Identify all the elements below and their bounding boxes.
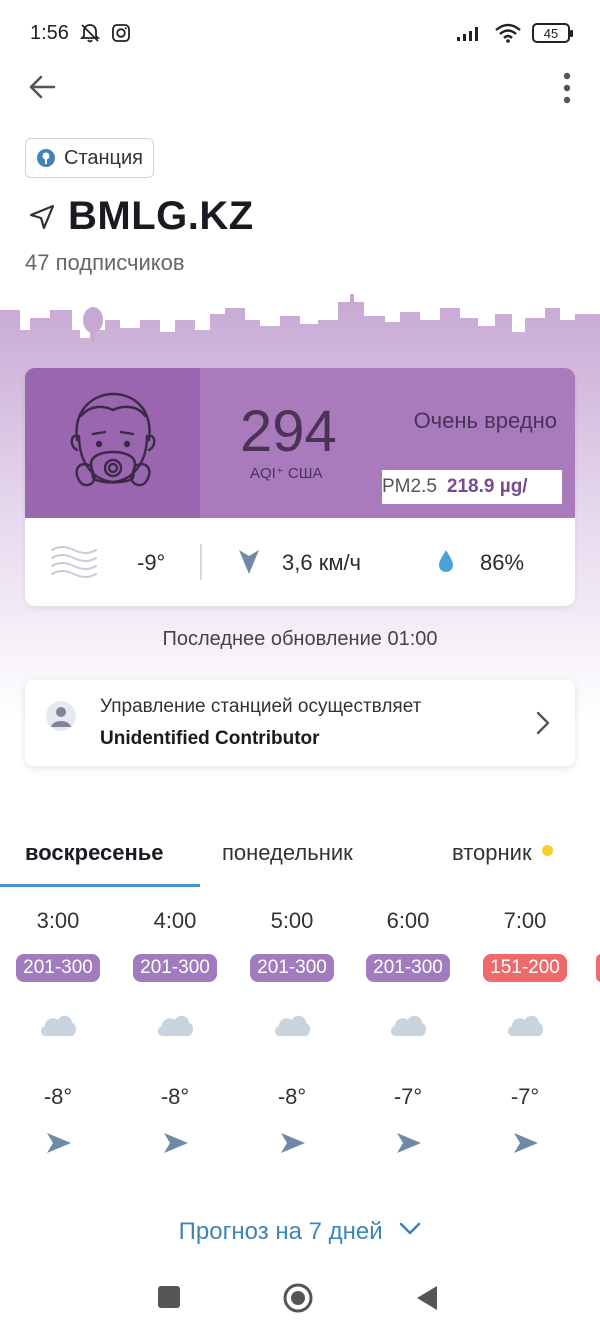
aqi-face-panel xyxy=(25,368,200,518)
chevron-down-icon xyxy=(400,1222,421,1235)
wind-arrow-icon xyxy=(47,1133,71,1153)
hourly-forecast[interactable]: 3:00 201-300 -8° 4:00 201-300 -8° 5:00 2… xyxy=(0,900,600,1170)
hour-time: 7:00 xyxy=(503,908,547,933)
user-avatar-icon xyxy=(46,701,76,731)
aqi-range-badge: 201-300 xyxy=(366,954,450,982)
fog-icon xyxy=(51,546,97,578)
day-tabs: воскресенье понедельник вторник xyxy=(0,826,600,888)
hour-column: 5:00 201-300 -8° xyxy=(242,900,342,1170)
station-title: BMLG.KZ xyxy=(68,194,254,238)
status-bar: 1:56 45 xyxy=(0,0,600,66)
pm25-value: 218.9 µg/ xyxy=(446,476,528,497)
tab-tuesday-label: вторник xyxy=(452,840,532,865)
aqi-value: 294 xyxy=(240,399,337,464)
weather-divider xyxy=(200,544,202,580)
station-chip-label: Станция xyxy=(64,146,144,169)
back-nav-icon[interactable] xyxy=(415,1284,439,1312)
humidity-value: 86% xyxy=(480,550,525,575)
aqi-level-label: Очень вредно xyxy=(413,408,557,433)
cloud-icon xyxy=(157,1015,194,1036)
last-update-text: Последнее обновление 01:00 xyxy=(162,628,438,650)
forecast-7-days-button[interactable]: Прогноз на 7 дней xyxy=(0,1218,600,1246)
hour-temperature: -8° xyxy=(43,1084,73,1109)
wind-speed-value: 3,6 км/ч xyxy=(282,550,362,575)
wind-arrow-icon xyxy=(164,1133,188,1153)
aqi-range-badge: 201-300 xyxy=(250,954,334,982)
signal-icon xyxy=(457,27,478,41)
wifi-icon xyxy=(495,23,521,43)
station-type-chip: Станция xyxy=(25,138,155,178)
contributor-name: Unidentified Contributor xyxy=(100,728,320,749)
weather-row: -9° 3,6 км/ч 86% xyxy=(25,518,575,606)
hour-time: 4:00 xyxy=(153,908,197,933)
next-hour-badge-edge xyxy=(596,954,600,982)
hour-temperature: -7° xyxy=(510,1084,540,1109)
hour-temperature: -8° xyxy=(160,1084,190,1109)
cloud-icon xyxy=(274,1015,311,1036)
active-tab-indicator xyxy=(0,884,200,887)
aqi-range-badge: 201-300 xyxy=(16,954,100,982)
hour-temperature: -7° xyxy=(393,1084,423,1109)
aqi-unit-label: AQI⁺ США xyxy=(250,465,323,482)
hour-temperature: -8° xyxy=(277,1084,307,1109)
hour-time: 6:00 xyxy=(386,908,430,933)
cloud-icon xyxy=(390,1015,427,1036)
hour-column: 4:00 201-300 -8° xyxy=(125,900,225,1170)
aqi-panel: 294 AQI⁺ США Очень вредно PM2.5 218.9 µg… xyxy=(25,368,575,518)
hour-column: 3:00 201-300 -8° xyxy=(8,900,108,1170)
station-antenna-icon xyxy=(37,149,55,167)
hour-time: 3:00 xyxy=(36,908,80,933)
pm25-label: PM2.5 xyxy=(382,476,437,497)
station-title-row: BMLG.KZ xyxy=(28,194,254,239)
hour-column: 7:00 151-200 -7° xyxy=(475,900,575,1170)
more-options-icon[interactable] xyxy=(562,72,572,104)
humidity-drop-icon xyxy=(439,550,453,572)
cloud-icon xyxy=(40,1015,77,1036)
tab-sunday[interactable]: воскресенье xyxy=(25,840,164,866)
tab-monday[interactable]: понедельник xyxy=(222,840,353,866)
back-arrow-icon[interactable] xyxy=(28,72,58,102)
hour-column: 6:00 201-300 -7° xyxy=(358,900,458,1170)
wind-arrow-icon xyxy=(281,1133,305,1153)
tab-tuesday[interactable]: вторник xyxy=(452,840,553,866)
gas-mask-face-icon xyxy=(70,392,156,487)
recent-apps-icon[interactable] xyxy=(157,1285,181,1309)
location-arrow-icon xyxy=(29,204,55,229)
cloud-icon xyxy=(507,1015,544,1036)
wind-arrow-icon xyxy=(514,1133,538,1153)
pm25-box: PM2.5 218.9 µg/ xyxy=(382,470,562,504)
subscriber-count: 47 подписчиков xyxy=(25,250,185,275)
status-time: 1:56 xyxy=(30,21,69,44)
tab-tuesday-dot xyxy=(541,845,553,856)
contributor-card[interactable]: Управление станцией осуществляет Unident… xyxy=(25,680,575,766)
aqi-card[interactable]: 294 AQI⁺ США Очень вредно PM2.5 218.9 µg… xyxy=(25,368,575,606)
system-navigation-bar xyxy=(0,1268,600,1332)
chevron-right-icon xyxy=(536,711,550,735)
home-icon[interactable] xyxy=(282,1282,314,1314)
aqi-range-badge: 151-200 xyxy=(483,954,567,982)
instagram-icon xyxy=(112,24,130,42)
contributor-caption: Управление станцией осуществляет xyxy=(100,696,422,717)
wind-direction-icon xyxy=(239,550,259,574)
forecast-button-label: Прогноз на 7 дней xyxy=(178,1218,383,1245)
wind-arrow-icon xyxy=(397,1133,421,1153)
top-app-bar xyxy=(0,66,600,112)
temperature-value: -9° xyxy=(137,550,166,575)
mute-bell-icon xyxy=(79,24,101,43)
hour-time: 5:00 xyxy=(270,908,314,933)
aqi-range-badge: 201-300 xyxy=(133,954,217,982)
battery-indicator: 45 xyxy=(532,23,573,43)
